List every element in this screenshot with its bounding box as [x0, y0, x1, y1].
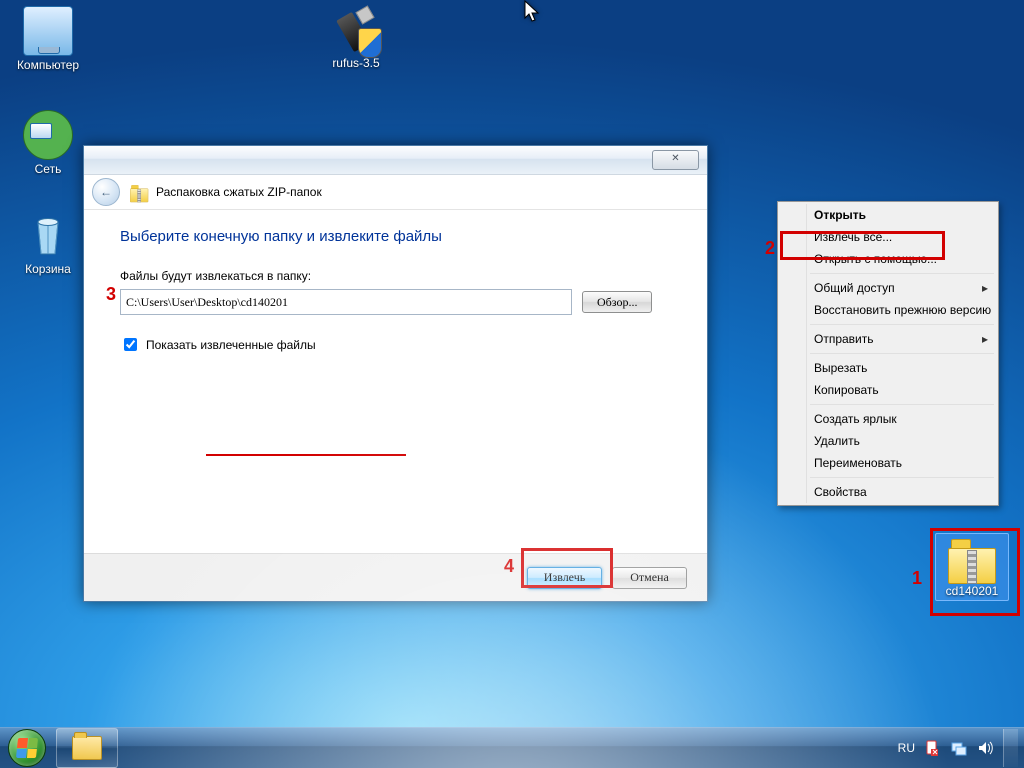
- annotation-number-4: 4: [504, 556, 514, 577]
- wizard-titlebar[interactable]: ✕: [84, 146, 707, 175]
- taskbar[interactable]: RU: [0, 727, 1024, 768]
- desktop-icon-rufus[interactable]: rufus-3.5: [316, 6, 396, 70]
- taskbar-explorer-button[interactable]: [56, 728, 118, 768]
- show-files-checkbox-row[interactable]: Показать извлеченные файлы: [120, 335, 671, 354]
- computer-icon: [23, 6, 73, 56]
- extract-wizard-window: ✕ ← Распаковка сжатых ZIP-папок Выберите…: [83, 145, 708, 602]
- volume-tray-icon[interactable]: [977, 740, 993, 756]
- annotation-box-2: [780, 231, 945, 260]
- recycle-bin-icon: [24, 212, 72, 260]
- system-tray: RU: [898, 729, 1024, 767]
- icon-label: rufus-3.5: [316, 56, 396, 70]
- wizard-footer: Извлечь Отмена: [84, 553, 707, 601]
- ctx-open[interactable]: Открыть: [780, 204, 996, 226]
- network-tray-icon[interactable]: [951, 740, 967, 756]
- start-button[interactable]: [0, 728, 54, 768]
- annotation-number-2: 2: [765, 238, 775, 259]
- ctx-separator: [810, 273, 994, 274]
- zip-folder-icon: [130, 184, 148, 200]
- action-center-icon[interactable]: [925, 740, 941, 756]
- show-files-checkbox[interactable]: [124, 338, 137, 351]
- annotation-box-4: [521, 548, 613, 588]
- ctx-create-shortcut[interactable]: Создать ярлык: [780, 408, 996, 430]
- icon-label: Компьютер: [8, 58, 88, 72]
- wizard-body: Выберите конечную папку и извлеките файл…: [84, 210, 707, 354]
- ctx-separator: [810, 404, 994, 405]
- usb-icon: [332, 6, 380, 54]
- annotation-box-1: [930, 528, 1020, 616]
- desktop-icon-network[interactable]: Сеть: [8, 110, 88, 176]
- network-icon: [23, 110, 73, 160]
- cancel-button[interactable]: Отмена: [612, 567, 687, 589]
- explorer-folder-icon: [72, 736, 102, 760]
- ctx-properties[interactable]: Свойства: [780, 481, 996, 503]
- annotation-underline: [206, 454, 406, 456]
- ctx-send-to[interactable]: Отправить: [780, 328, 996, 350]
- wizard-title: Распаковка сжатых ZIP-папок: [156, 185, 322, 199]
- ctx-rename[interactable]: Переименовать: [780, 452, 996, 474]
- show-desktop-button[interactable]: [1003, 729, 1018, 767]
- icon-label: Корзина: [8, 262, 88, 276]
- wizard-heading: Выберите конечную папку и извлеките файл…: [120, 228, 671, 245]
- annotation-number-1: 1: [912, 568, 922, 589]
- ctx-copy[interactable]: Копировать: [780, 379, 996, 401]
- annotation-number-3: 3: [106, 284, 116, 305]
- browse-button[interactable]: Обзор...: [582, 291, 652, 313]
- ctx-separator: [810, 353, 994, 354]
- show-files-label: Показать извлеченные файлы: [146, 338, 316, 352]
- ctx-share[interactable]: Общий доступ: [780, 277, 996, 299]
- ctx-cut[interactable]: Вырезать: [780, 357, 996, 379]
- path-row: Обзор...: [120, 289, 671, 315]
- ctx-delete[interactable]: Удалить: [780, 430, 996, 452]
- destination-label: Файлы будут извлекаться в папку:: [120, 269, 671, 283]
- back-arrow-icon: ←: [100, 185, 112, 199]
- close-button[interactable]: ✕: [652, 150, 699, 170]
- start-orb-icon: [8, 729, 46, 767]
- ctx-restore-version[interactable]: Восстановить прежнюю версию: [780, 299, 996, 321]
- desktop[interactable]: Компьютер Сеть Корзина rufus-3.5 cd14020…: [0, 0, 1024, 768]
- language-indicator[interactable]: RU: [898, 741, 915, 755]
- ctx-separator: [810, 477, 994, 478]
- desktop-icon-recycle-bin[interactable]: Корзина: [8, 212, 88, 276]
- destination-path-input[interactable]: [120, 289, 572, 315]
- mouse-cursor-icon: [524, 0, 542, 24]
- back-button[interactable]: ←: [92, 178, 120, 206]
- desktop-icon-computer[interactable]: Компьютер: [8, 6, 88, 72]
- icon-label: Сеть: [8, 162, 88, 176]
- close-icon: ✕: [671, 153, 679, 164]
- wizard-nav: ← Распаковка сжатых ZIP-папок: [84, 175, 707, 210]
- ctx-separator: [810, 324, 994, 325]
